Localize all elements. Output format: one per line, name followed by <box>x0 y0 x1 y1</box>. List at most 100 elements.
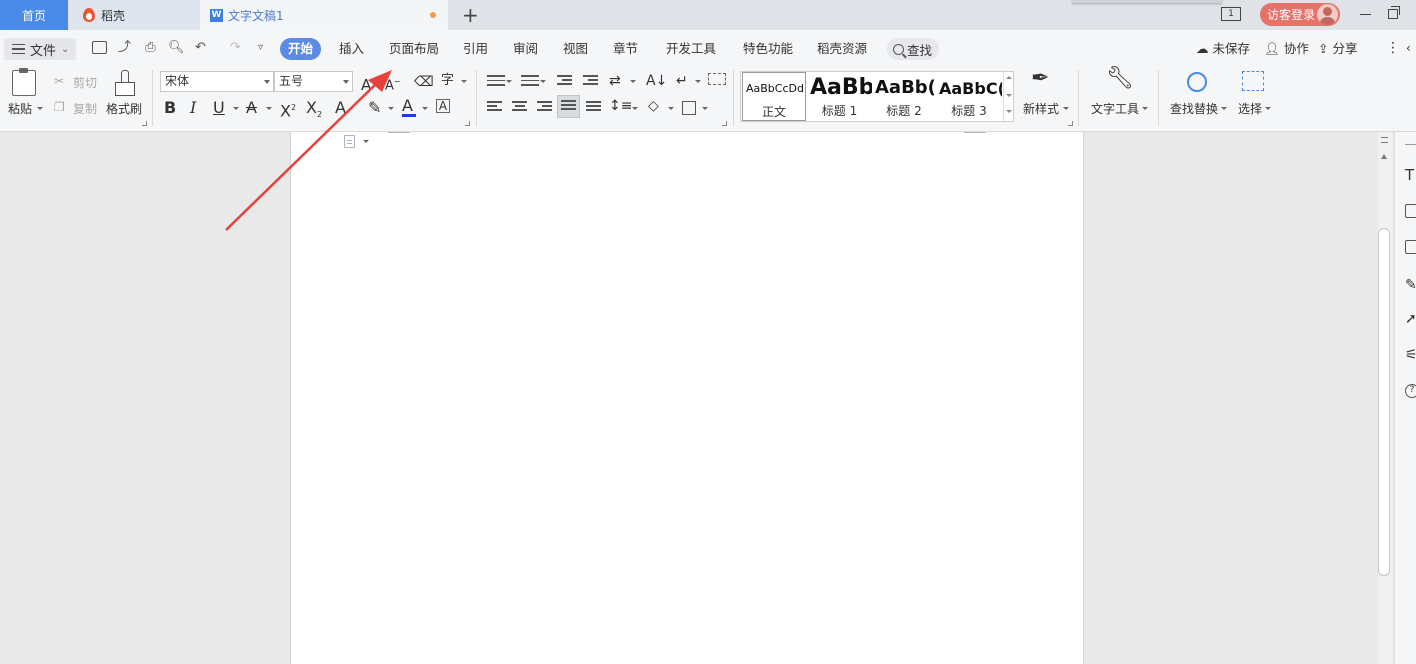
menu-start[interactable]: 开始 <box>280 38 322 60</box>
style-heading-1[interactable]: AaBb 标题 1 <box>807 72 872 121</box>
align-right-icon[interactable] <box>537 101 552 114</box>
paragraph-launcher-icon[interactable] <box>722 121 727 126</box>
file-menu-button[interactable]: 文件 ⌄ <box>4 38 76 60</box>
new-style-icon[interactable]: ✒ <box>1031 68 1049 90</box>
font-launcher-icon[interactable] <box>465 121 470 126</box>
paste-label[interactable]: 粘贴 <box>8 100 32 117</box>
format-painter-icon[interactable] <box>115 70 135 96</box>
help-icon[interactable]: ? <box>1405 384 1416 398</box>
scroll-up-icon[interactable] <box>1381 154 1387 159</box>
unsaved-button[interactable]: ☁ 未保存 <box>1196 38 1250 60</box>
align-left-icon[interactable] <box>487 101 502 114</box>
align-center-icon[interactable] <box>512 101 527 114</box>
tab-home[interactable]: 首页 <box>0 0 68 30</box>
select-button[interactable]: 选择 <box>1238 100 1262 117</box>
export-icon[interactable]: ⤴ <box>117 41 132 54</box>
wrench-icon[interactable]: 🔧︎ <box>1106 68 1134 90</box>
new-style-button[interactable]: 新样式 <box>1023 100 1059 117</box>
increase-indent-icon[interactable] <box>583 75 598 88</box>
character-border-icon[interactable]: A <box>436 99 450 113</box>
restore-button[interactable] <box>1388 6 1400 19</box>
menu-developer[interactable]: 开发工具 <box>666 38 716 60</box>
strikethrough-icon[interactable]: A <box>246 99 257 117</box>
superscript-icon[interactable]: X2 <box>280 99 296 120</box>
collaborate-button[interactable]: 👤︎ 协作 <box>1264 38 1309 60</box>
table-grid-icon[interactable] <box>708 73 726 85</box>
show-marks-icon[interactable]: ↵ <box>676 72 688 90</box>
shading-icon[interactable]: ◇ <box>648 97 659 115</box>
highlight-dropdown-icon[interactable] <box>388 107 394 110</box>
save-icon[interactable] <box>92 41 107 54</box>
text-direction-icon[interactable]: ⇄ <box>609 72 621 90</box>
new-style-dropdown-icon[interactable] <box>1063 107 1069 110</box>
adjust-icon[interactable]: ⚟ <box>1405 346 1416 364</box>
paste-dropdown-icon[interactable] <box>37 107 43 110</box>
font-color-dropdown-icon[interactable] <box>422 107 428 110</box>
doc-properties-icon[interactable] <box>1405 204 1416 218</box>
menu-section[interactable]: 章节 <box>613 38 638 60</box>
print-icon[interactable]: ⎙ <box>143 41 158 54</box>
find-replace-button[interactable]: 查找替换 <box>1170 100 1218 117</box>
text-effect-icon[interactable]: A <box>335 99 346 117</box>
collapse-ribbon-icon[interactable]: ‹ <box>1406 41 1411 55</box>
phonetic-dropdown-icon[interactable] <box>461 80 467 83</box>
justify-button[interactable] <box>557 95 580 118</box>
screen-count-button[interactable]: 1 <box>1221 7 1241 21</box>
show-marks-dropdown-icon[interactable] <box>695 80 701 83</box>
menu-page-layout[interactable]: 页面布局 <box>389 38 439 60</box>
bullet-dropdown-icon[interactable] <box>506 80 512 83</box>
text-tools-button[interactable]: 文字工具 <box>1091 100 1139 117</box>
borders-dropdown-icon[interactable] <box>702 107 708 110</box>
vertical-scrollbar[interactable] <box>1378 132 1392 664</box>
menu-review[interactable]: 审阅 <box>513 38 538 60</box>
phonetic-guide-icon[interactable]: 字 <box>441 72 454 90</box>
numbering-dropdown-icon[interactable] <box>540 80 546 83</box>
cut-button[interactable]: 剪切 <box>73 74 97 91</box>
menu-special-features[interactable]: 特色功能 <box>743 38 793 60</box>
paragraph-layout-dropdown-icon[interactable] <box>363 140 369 143</box>
subscript-icon[interactable]: X2 <box>306 98 322 124</box>
style-pane-icon[interactable]: T <box>1405 166 1414 184</box>
style-heading-3[interactable]: AaBbC( 标题 3 <box>936 72 1002 121</box>
tab-daoke[interactable]: 稻壳 <box>69 0 199 30</box>
bullet-list-icon[interactable] <box>487 75 505 89</box>
share-button[interactable]: ⇪ 分享 <box>1318 38 1358 60</box>
find-replace-dropdown-icon[interactable] <box>1221 107 1227 110</box>
split-grip-icon[interactable] <box>1381 137 1388 143</box>
search-button[interactable]: 查找 <box>887 38 939 60</box>
line-spacing-icon[interactable]: ↕≡ <box>609 97 632 115</box>
underline-dropdown-icon[interactable] <box>233 107 239 110</box>
font-name-select[interactable]: 宋体 <box>160 71 274 92</box>
clear-format-icon[interactable]: ⌫ <box>414 73 434 91</box>
text-tools-dropdown-icon[interactable] <box>1142 107 1148 110</box>
font-color-icon[interactable]: A <box>402 97 413 115</box>
italic-icon[interactable]: I <box>190 99 196 117</box>
new-tab-button[interactable]: + <box>462 4 479 26</box>
copy-button[interactable]: 复制 <box>73 100 97 117</box>
cursor-icon[interactable]: ➚ <box>1405 310 1416 328</box>
select-cursor-icon[interactable] <box>1242 71 1264 91</box>
paste-icon[interactable] <box>12 68 36 96</box>
pen-icon[interactable]: ✎ <box>1405 276 1416 294</box>
print-preview-icon[interactable]: 🔍︎ <box>168 41 185 54</box>
format-painter-button[interactable]: 格式刷 <box>106 100 142 117</box>
sort-icon[interactable]: A↓ <box>646 72 667 90</box>
minimize-button[interactable] <box>1360 14 1371 15</box>
document-page[interactable] <box>290 132 1084 664</box>
style-gallery-scroll[interactable] <box>1003 72 1013 121</box>
style-heading-2[interactable]: AaBb( 标题 2 <box>872 72 936 121</box>
menu-view[interactable]: 视图 <box>563 38 588 60</box>
menu-references[interactable]: 引用 <box>463 38 488 60</box>
styles-launcher-icon[interactable] <box>1068 121 1073 126</box>
more-options-icon[interactable]: ⋮ <box>1386 41 1400 55</box>
find-replace-icon[interactable] <box>1187 72 1207 92</box>
style-normal[interactable]: AaBbCcDd 正文 <box>742 72 806 121</box>
menu-insert[interactable]: 插入 <box>339 38 364 60</box>
highlight-icon[interactable]: ✎ <box>368 99 381 117</box>
text-direction-dropdown-icon[interactable] <box>630 80 636 83</box>
tab-document[interactable]: W 文字文稿1 <box>200 0 448 30</box>
decrease-indent-icon[interactable] <box>557 75 572 88</box>
visitor-login-button[interactable]: 访客登录 <box>1260 3 1340 26</box>
strikethrough-dropdown-icon[interactable] <box>266 107 272 110</box>
undo-icon[interactable]: ↶ <box>193 41 208 54</box>
